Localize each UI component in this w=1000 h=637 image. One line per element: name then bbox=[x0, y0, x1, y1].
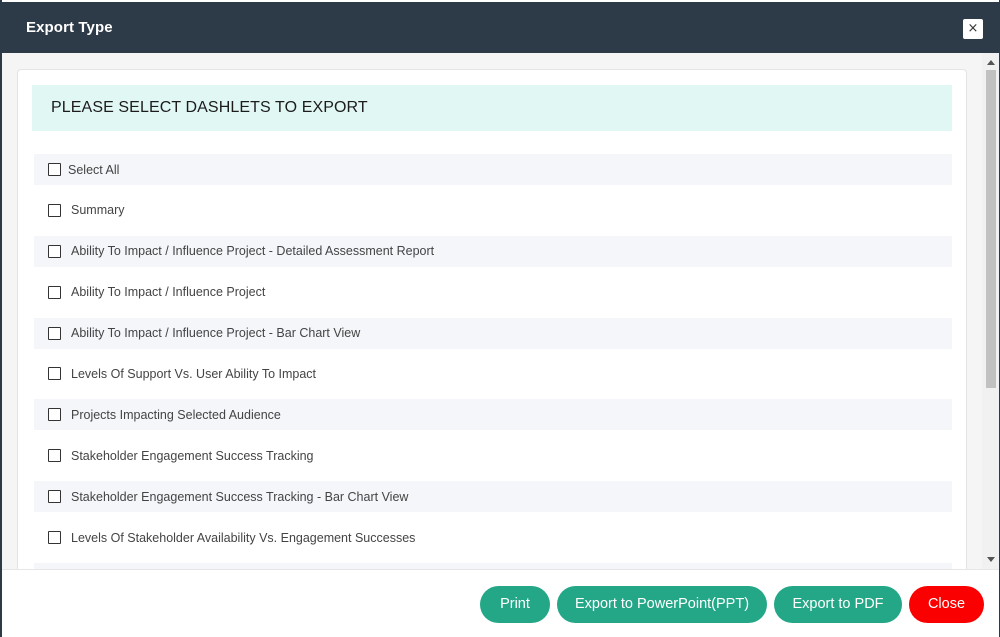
dashlet-checkbox[interactable] bbox=[48, 244, 61, 258]
dashlet-label: Stakeholder Engagement Success Tracking … bbox=[71, 489, 409, 504]
dashlet-checkbox[interactable] bbox=[48, 285, 61, 299]
dashlet-checkbox[interactable] bbox=[48, 367, 61, 381]
dashlet-label: Summary bbox=[71, 203, 125, 218]
dashlet-label: Projects Impacting Selected Audience bbox=[71, 407, 281, 422]
select-all-row[interactable]: Select All bbox=[34, 154, 952, 185]
arrow-up-icon[interactable] bbox=[987, 60, 995, 65]
export-type-modal: Export Type × PLEASE SELECT DASHLETS TO … bbox=[2, 0, 999, 637]
dashlet-label: Select All bbox=[68, 162, 120, 177]
dashlet-row[interactable]: Levels Of Support Vs. User Ability To Im… bbox=[34, 358, 952, 389]
modal-header: Export Type × bbox=[2, 2, 999, 53]
dashlet-label: Ability To Impact / Influence Project - … bbox=[71, 244, 435, 259]
dashlet-row[interactable]: Summary bbox=[34, 195, 952, 226]
dashlet-label: Ability To Impact / Influence Project - … bbox=[71, 326, 361, 341]
dashlet-label: Stakeholder Engagement Success Tracking bbox=[71, 448, 314, 463]
dashlet-checkbox[interactable] bbox=[48, 408, 61, 422]
dashlet-checkbox[interactable] bbox=[48, 203, 61, 217]
dashlet-label: Levels Of Stakeholder Availability Vs. E… bbox=[71, 530, 416, 545]
select-all-checkbox[interactable] bbox=[48, 163, 61, 176]
dashlet-row[interactable]: Projects Impacting Selected Audience bbox=[34, 399, 952, 431]
print-button[interactable]: Print bbox=[480, 586, 550, 623]
export-ppt-button[interactable]: Export to PowerPoint(PPT) bbox=[557, 586, 767, 623]
scrollbar-thumb[interactable] bbox=[986, 70, 996, 388]
modal-body: PLEASE SELECT DASHLETS TO EXPORT Select … bbox=[2, 53, 999, 569]
export-pdf-button[interactable]: Export to PDF bbox=[774, 586, 902, 623]
dashlet-checkbox[interactable] bbox=[48, 490, 61, 504]
banner-text: PLEASE SELECT DASHLETS TO EXPORT bbox=[51, 99, 368, 116]
dashlet-checkbox[interactable] bbox=[48, 326, 61, 340]
dashlet-list: Select All Summary Ability To Impact / I… bbox=[34, 154, 952, 569]
instruction-banner: PLEASE SELECT DASHLETS TO EXPORT bbox=[32, 85, 952, 131]
dashlet-label: Ability To Impact / Influence Project bbox=[71, 285, 266, 300]
dashlet-row[interactable]: Levels Of Stakeholder Availability Vs. E… bbox=[34, 522, 952, 553]
vertical-scrollbar[interactable] bbox=[982, 53, 999, 569]
dashlet-row[interactable]: Ability To Impact / Influence Project bbox=[34, 277, 952, 308]
dashlet-card: PLEASE SELECT DASHLETS TO EXPORT Select … bbox=[17, 69, 967, 569]
modal-footer: Print Export to PowerPoint(PPT) Export t… bbox=[2, 569, 999, 637]
dashlet-row[interactable]: Ability To Impact / Influence Project - … bbox=[34, 317, 952, 349]
dashlet-row[interactable]: Stakeholder Engagement Success Tracking bbox=[34, 440, 952, 471]
dashlet-row[interactable]: Stakeholder Engagement Success Tracking … bbox=[34, 481, 952, 513]
close-icon[interactable]: × bbox=[963, 19, 983, 39]
dashlet-row[interactable]: Ability To Impact / Influence Project - … bbox=[34, 235, 952, 267]
close-button[interactable]: Close bbox=[909, 586, 984, 623]
dashlet-checkbox[interactable] bbox=[48, 531, 61, 545]
dashlet-label: Levels Of Support Vs. User Ability To Im… bbox=[71, 366, 317, 381]
modal-title: Export Type bbox=[26, 19, 113, 36]
arrow-down-icon[interactable] bbox=[987, 557, 995, 562]
dashlet-checkbox[interactable] bbox=[48, 449, 61, 463]
